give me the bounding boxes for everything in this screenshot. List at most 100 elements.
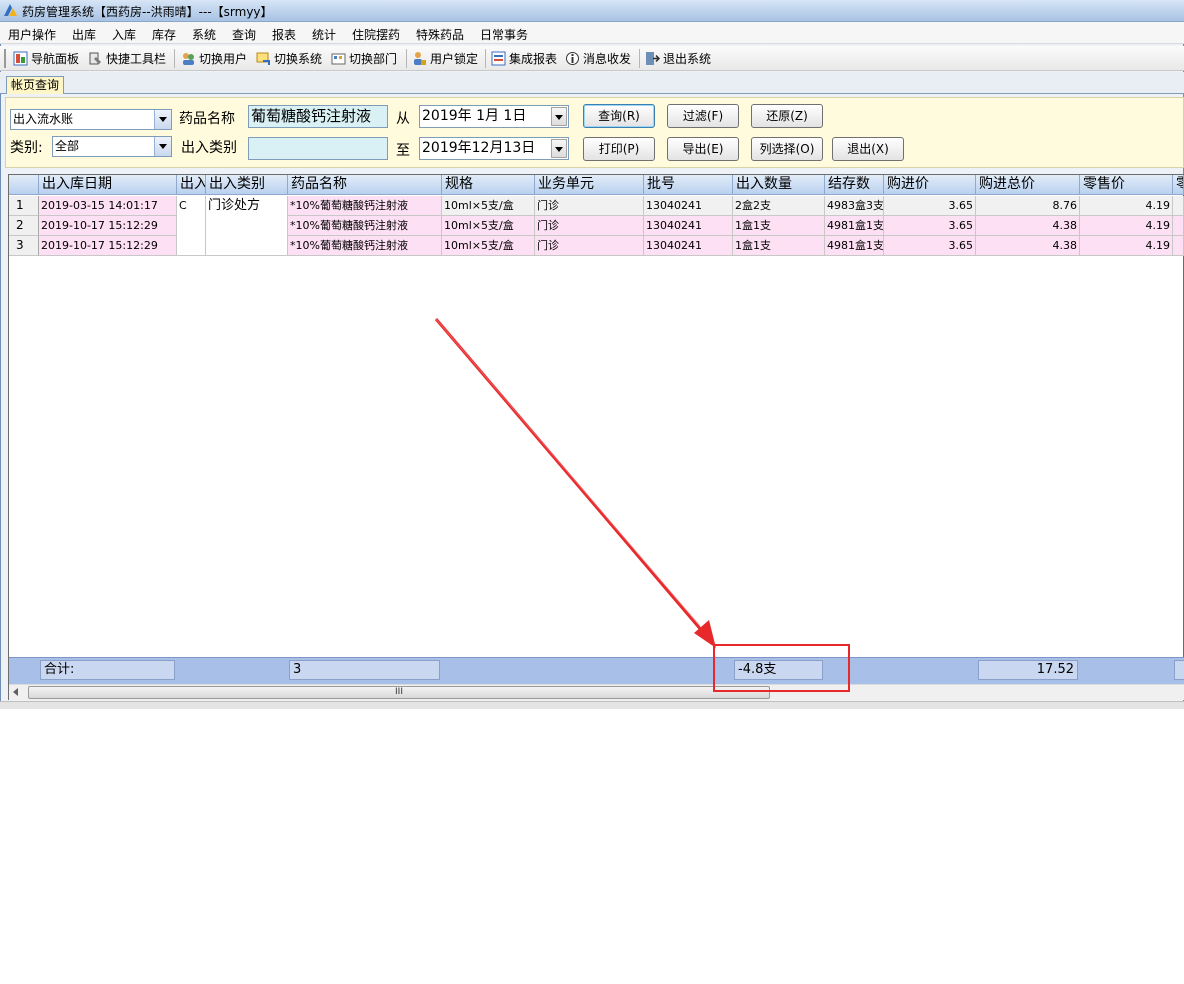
tab-ledger-query[interactable]: 帐页查询 [6,76,64,94]
drug-name-label: 药品名称 [179,111,235,127]
menu-query[interactable]: 查询 [232,26,256,43]
column-header[interactable]: 药品名称 [288,175,442,195]
menu-daily-affairs[interactable]: 日常事务 [480,26,528,43]
category-select[interactable]: 全部 [52,136,172,157]
column-header[interactable]: 购进价 [884,175,976,195]
cell-drug[interactable]: *10%葡萄糖酸钙注射液 [288,216,442,236]
toolbar-user-lock[interactable]: 用户锁定 [412,50,478,67]
toolbar-messages[interactable]: 消息收发 [565,50,631,67]
cell-total[interactable]: 4.38 [976,216,1080,236]
window-title: 药房管理系统【西药房--洪雨晴】---【srmyy】 [22,5,273,19]
cell-spec[interactable]: 10ml×5支/盒 [442,236,535,256]
cell-qty[interactable]: 1盒1支 [733,216,825,236]
account-type-select[interactable]: 出入流水账 [10,109,172,130]
row-number[interactable]: 1 [9,196,39,216]
integrated-report-icon [491,51,506,66]
column-header[interactable]: 购进总价 [976,175,1080,195]
column-header[interactable]: 结存数 [825,175,884,195]
column-header[interactable]: 出入 [177,175,206,195]
menu-inpatient[interactable]: 住院摆药 [352,26,400,43]
cell-date[interactable]: 2019-10-17 15:12:29 [39,216,177,236]
menu-special-drugs[interactable]: 特殊药品 [416,26,464,43]
column-header[interactable]: 出入数量 [733,175,825,195]
toolbar-label: 快捷工具栏 [106,52,167,66]
cell-stock[interactable]: 4981盒1支 [825,216,884,236]
menu-reports[interactable]: 报表 [272,26,296,43]
cell-drug[interactable]: *10%葡萄糖酸钙注射液 [288,196,442,216]
cell-price[interactable]: 3.65 [884,216,976,236]
column-header[interactable]: 规格 [442,175,535,195]
menu-bar: 用户操作 出库 入库 库存 系统 查询 报表 统计 住院摆药 特殊药品 日常事务 [0,22,1184,44]
toolbar-exit-system[interactable]: 退出系统 [645,50,711,67]
cell-total[interactable]: 4.38 [976,236,1080,256]
toolbar-navigation-panel[interactable]: 导航面板 [13,50,79,67]
cell-stock[interactable]: 4983盒3支 [825,196,884,216]
exit-button[interactable]: 退出(X) [832,137,904,161]
column-header[interactable]: 出入库日期 [39,175,177,195]
scroll-left-icon[interactable] [11,687,21,697]
drug-name-input[interactable]: 葡萄糖酸钙注射液 [248,105,388,128]
column-header[interactable]: 零售价 [1080,175,1173,195]
select-columns-button[interactable]: 列选择(O) [751,137,823,161]
cell-retail[interactable]: 4.19 [1080,216,1173,236]
cell-date[interactable]: 2019-03-15 14:01:17 [39,196,177,216]
cell-batch[interactable]: 13040241 [644,236,733,256]
from-date-picker[interactable]: 2019年 1月 1日 [419,105,569,128]
cell-batch[interactable]: 13040241 [644,196,733,216]
toolbar-label: 集成报表 [509,52,558,66]
export-button[interactable]: 导出(E) [667,137,739,161]
filter-button[interactable]: 过滤(F) [667,104,739,128]
toolbar-separator [485,49,486,68]
to-date-picker[interactable]: 2019年12月13日 [419,137,569,160]
toolbar-quick-toolbar[interactable]: 快捷工具栏 [88,50,166,67]
status-bar [0,701,1184,709]
cell-stock[interactable]: 4981盒1支 [825,236,884,256]
column-header[interactable]: 出入类别 [206,175,288,195]
cell-price[interactable]: 3.65 [884,236,976,256]
cell-io[interactable]: C [177,196,206,256]
cell-io-type[interactable]: 门诊处方 [206,196,288,256]
cell-qty[interactable]: 2盒2支 [733,196,825,216]
category-label: 类别: [10,140,43,156]
chevron-down-icon[interactable] [154,137,171,156]
chevron-down-icon[interactable] [154,110,171,129]
cell-unit[interactable]: 门诊 [535,236,644,256]
toolbar-integrated-report[interactable]: 集成报表 [491,50,557,67]
query-button[interactable]: 查询(R) [583,104,655,128]
cell-total[interactable]: 8.76 [976,196,1080,216]
restore-button[interactable]: 还原(Z) [751,104,823,128]
menu-inbound[interactable]: 入库 [112,26,136,43]
cell-qty[interactable]: 1盒1支 [733,236,825,256]
navigation-panel-icon [13,51,28,66]
cell-batch[interactable]: 13040241 [644,216,733,236]
cell-date[interactable]: 2019-10-17 15:12:29 [39,236,177,256]
row-number[interactable]: 3 [9,236,39,256]
toolbar-switch-department[interactable]: 切换部门 [331,50,397,67]
quick-toolbar-icon [89,52,101,65]
menu-statistics[interactable]: 统计 [312,26,336,43]
menu-user-ops[interactable]: 用户操作 [8,26,56,43]
cell-spec[interactable]: 10ml×5支/盒 [442,216,535,236]
column-header[interactable]: 批号 [644,175,733,195]
cell-unit[interactable]: 门诊 [535,216,644,236]
scrollbar-thumb[interactable]: III [28,686,770,699]
print-button[interactable]: 打印(P) [583,137,655,161]
toolbar-switch-user[interactable]: 切换用户 [181,50,247,67]
menu-system[interactable]: 系统 [192,26,216,43]
cell-retail[interactable]: 4.19 [1080,236,1173,256]
cell-retail[interactable]: 4.19 [1080,196,1173,216]
menu-stock[interactable]: 库存 [152,26,176,43]
column-header[interactable]: 零 [1173,175,1184,195]
column-header[interactable]: 业务单元 [535,175,644,195]
toolbar-label: 导航面板 [31,52,80,66]
io-type-input[interactable] [248,137,388,160]
cell-drug[interactable]: *10%葡萄糖酸钙注射液 [288,236,442,256]
chevron-down-icon[interactable] [551,139,567,158]
chevron-down-icon[interactable] [551,107,567,126]
menu-outbound[interactable]: 出库 [72,26,96,43]
row-number[interactable]: 2 [9,216,39,236]
cell-unit[interactable]: 门诊 [535,196,644,216]
toolbar-switch-system[interactable]: 切换系统 [256,50,322,67]
cell-spec[interactable]: 10ml×5支/盒 [442,196,535,216]
cell-price[interactable]: 3.65 [884,196,976,216]
